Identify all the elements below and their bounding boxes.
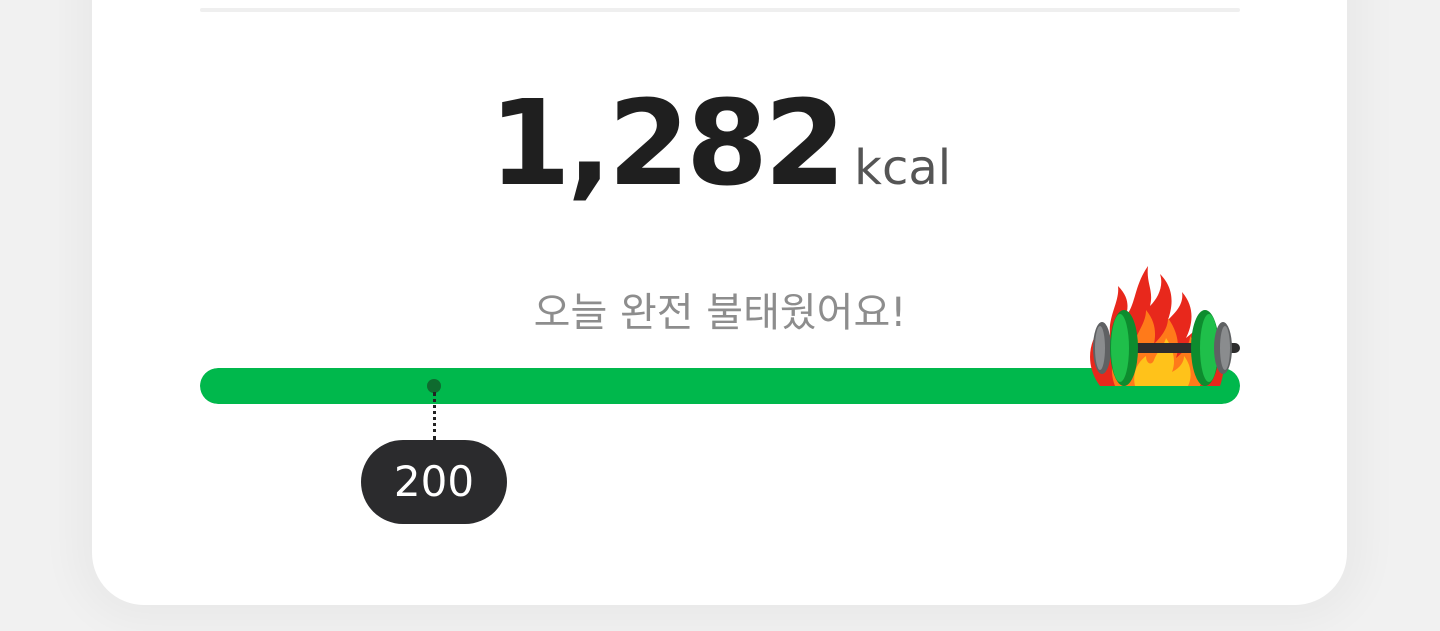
flaming-dumbbell-icon: [1090, 266, 1240, 386]
marker-line: [433, 392, 436, 440]
divider: [200, 8, 1240, 12]
calorie-summary: 1,282 kcal: [0, 78, 1440, 208]
calorie-unit: kcal: [854, 140, 952, 196]
marker-dot: [427, 379, 441, 393]
calorie-value: 1,282: [488, 74, 846, 212]
marker-value-badge: 200: [361, 440, 507, 524]
